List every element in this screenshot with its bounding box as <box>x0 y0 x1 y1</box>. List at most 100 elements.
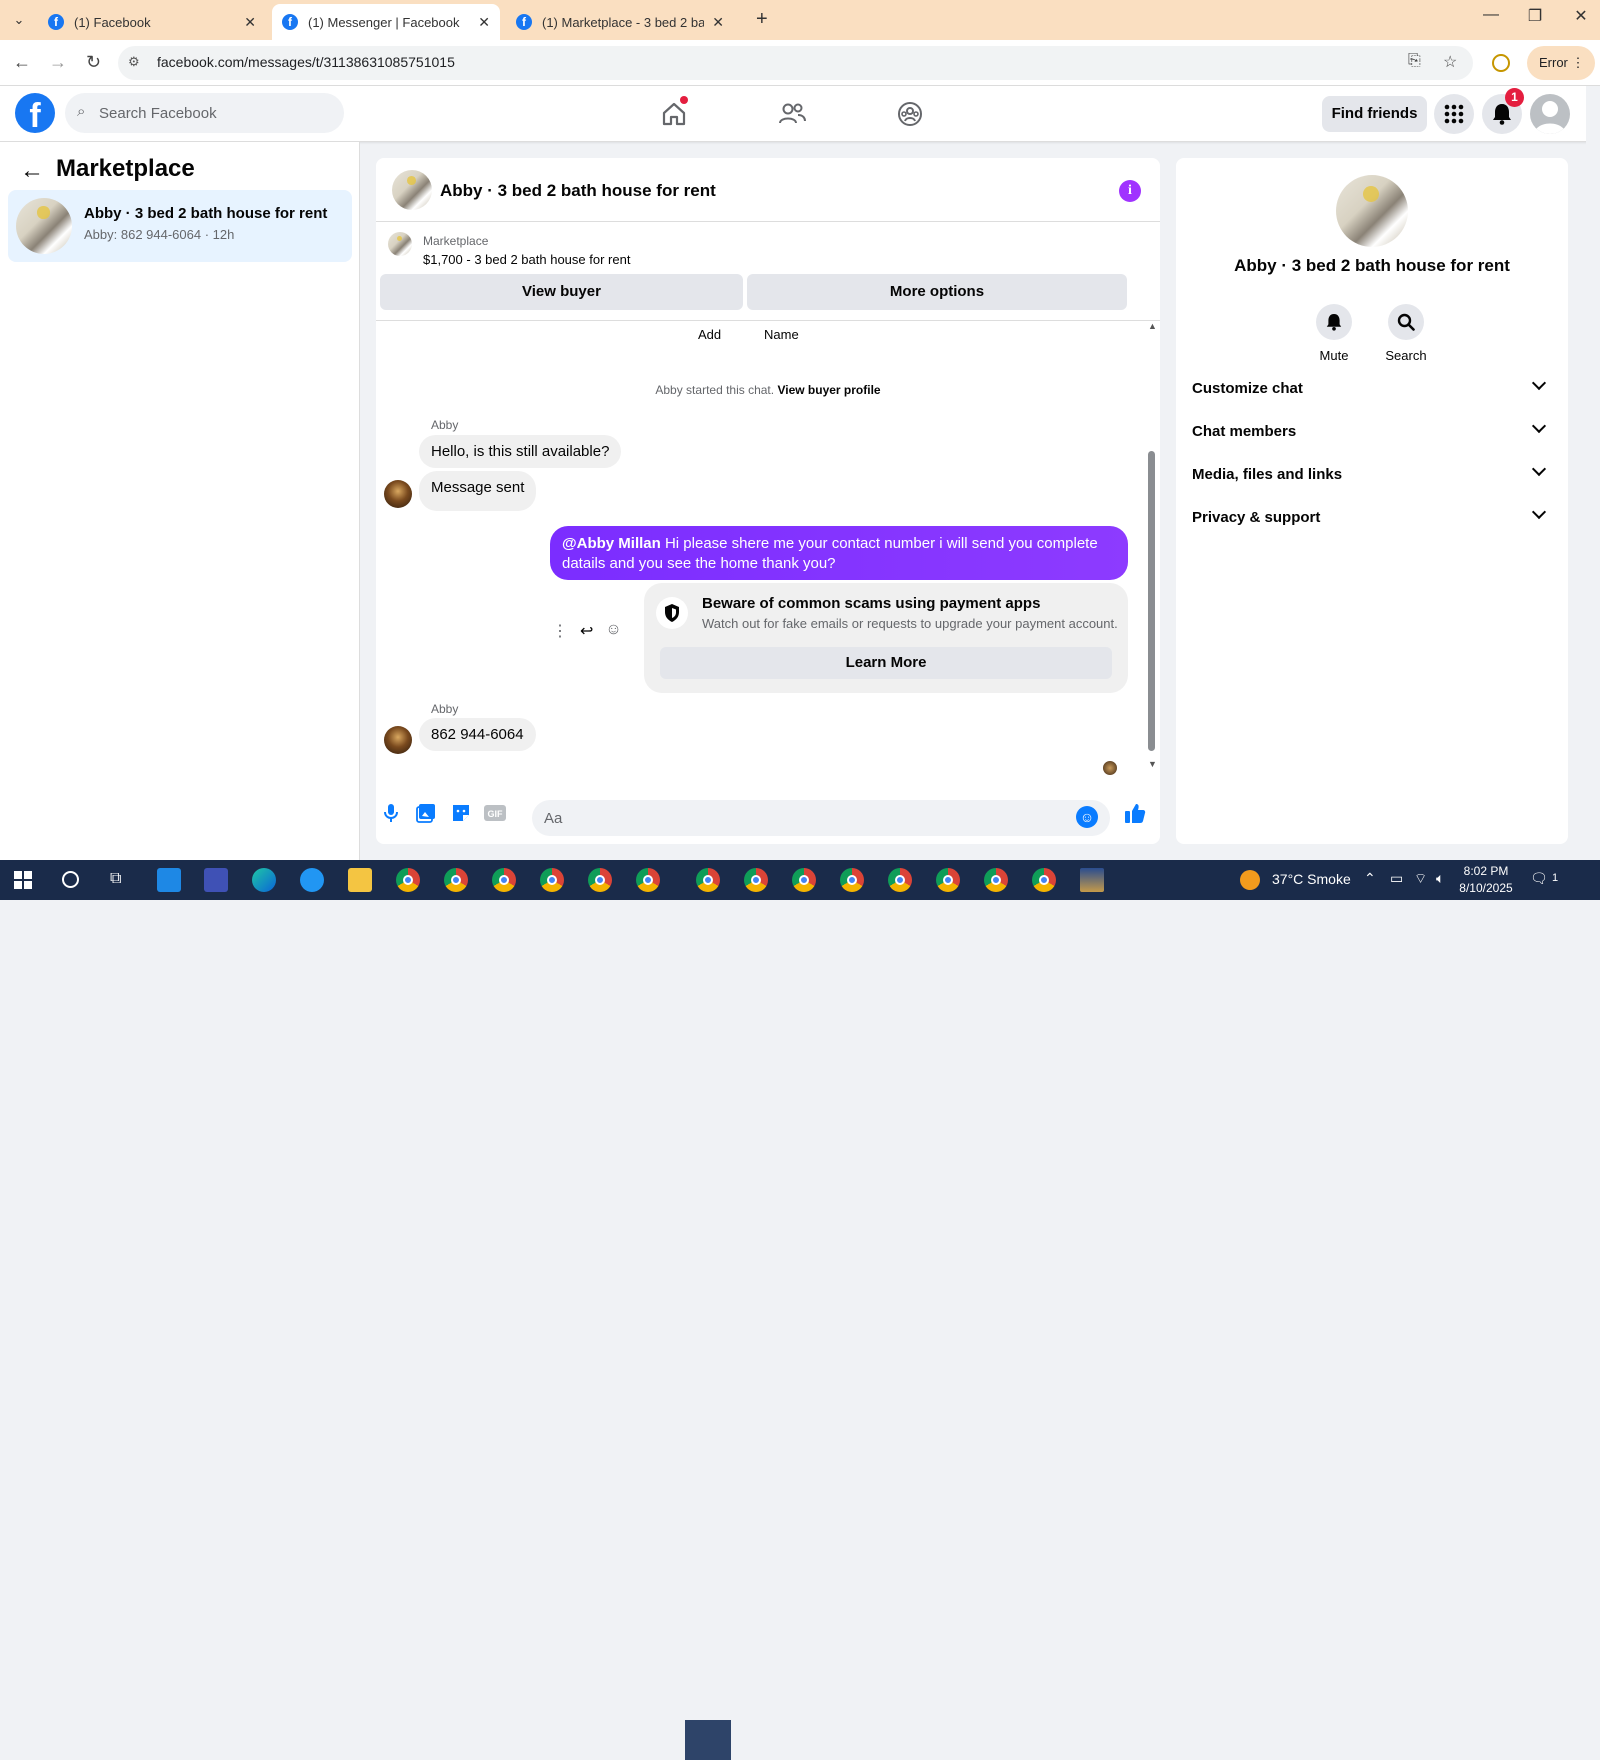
chrome-icon[interactable] <box>888 868 912 892</box>
profile-icon[interactable] <box>1492 54 1510 72</box>
nav-groups[interactable] <box>880 96 940 132</box>
learn-more-button[interactable]: Learn More <box>660 647 1112 679</box>
bookmark-star-icon[interactable]: ☆ <box>1443 52 1457 72</box>
chat-avatar[interactable] <box>392 170 432 210</box>
weather-text[interactable]: 37°C Smoke <box>1272 871 1351 887</box>
network-icon[interactable]: ▭ <box>1390 870 1403 887</box>
tab-messenger[interactable]: f (1) Messenger | Facebook ✕ <box>272 4 500 40</box>
emoji-icon[interactable]: ☺ <box>1076 806 1098 828</box>
mute-button[interactable]: Mute <box>1304 304 1364 363</box>
close-tab-icon[interactable]: ✕ <box>244 14 256 31</box>
message-list[interactable]: Add Name Abby started this chat. View bu… <box>376 321 1160 781</box>
more-icon[interactable]: ⋮ <box>552 621 568 641</box>
chrome-icon[interactable] <box>792 868 816 892</box>
photo-app-icon[interactable] <box>1080 868 1104 892</box>
mention[interactable]: @Abby Millan <box>562 535 661 552</box>
gif-icon[interactable]: GIF <box>484 802 506 824</box>
install-app-icon[interactable]: ⎘ <box>1408 52 1421 70</box>
search-conversation-button[interactable]: Search <box>1376 304 1436 363</box>
customize-chat-section[interactable]: Customize chat <box>1192 368 1552 412</box>
restore-icon[interactable]: ❐ <box>1520 6 1550 26</box>
tab-search-chevron-icon[interactable]: ⌄ <box>8 9 30 31</box>
close-tab-icon[interactable]: ✕ <box>478 14 490 31</box>
wifi-icon[interactable]: ⌔ <box>1414 870 1427 888</box>
chat-title[interactable]: Abby · 3 bed 2 bath house for rent <box>440 181 716 201</box>
chrome-icon[interactable] <box>840 868 864 892</box>
back-icon[interactable]: ← <box>13 52 31 73</box>
sender-avatar[interactable] <box>384 726 412 754</box>
message-input[interactable] <box>544 800 1064 836</box>
minimize-icon[interactable]: — <box>1476 6 1506 24</box>
chrome-icon[interactable] <box>492 868 516 892</box>
listing-title[interactable]: $1,700 - 3 bed 2 bath house for rent <box>423 252 630 267</box>
message-bubble[interactable]: Message sent <box>419 471 537 511</box>
mail-icon[interactable] <box>157 868 181 892</box>
facebook-search[interactable]: ⌕ <box>65 93 344 133</box>
forward-icon[interactable]: → <box>49 52 67 73</box>
profile-avatar[interactable] <box>1336 175 1408 247</box>
chat-members-section[interactable]: Chat members <box>1192 411 1552 455</box>
react-icon[interactable]: ☺ <box>605 621 621 641</box>
menu-button[interactable] <box>1434 94 1474 134</box>
chrome-icon[interactable] <box>744 868 768 892</box>
tab-facebook[interactable]: f (1) Facebook ✕ <box>38 4 266 40</box>
microphone-icon[interactable] <box>380 802 402 824</box>
omnibox[interactable]: ⚙ facebook.com/messages/t/31138631085751… <box>118 46 1473 80</box>
messenger-app-icon[interactable] <box>300 868 324 892</box>
message-bubble[interactable]: Hello, is this still available? <box>419 435 622 468</box>
url-text[interactable]: facebook.com/messages/t/3113863108575101… <box>157 54 455 70</box>
chrome-icon[interactable] <box>984 868 1008 892</box>
chrome-icon[interactable] <box>636 868 660 892</box>
privacy-support-section[interactable]: Privacy & support <box>1192 497 1552 541</box>
windows-start-icon[interactable] <box>14 871 32 894</box>
new-tab-button[interactable]: + <box>756 8 768 31</box>
back-arrow-icon[interactable]: ← <box>20 157 44 185</box>
tab-marketplace[interactable]: f (1) Marketplace - 3 bed 2 bath ✕ <box>506 4 734 40</box>
search-circle-icon[interactable] <box>62 871 79 888</box>
action-center-icon[interactable]: 🗨︎ <box>1530 870 1548 887</box>
account-avatar[interactable] <box>1530 94 1570 134</box>
chrome-icon[interactable] <box>1032 868 1056 892</box>
reload-icon[interactable]: ↻ <box>86 52 101 73</box>
message-bubble[interactable]: 862 944-6064 <box>419 718 536 751</box>
store-icon[interactable] <box>204 868 228 892</box>
scrollbar-thumb[interactable] <box>1148 451 1155 751</box>
sticker-icon[interactable] <box>450 802 472 824</box>
reply-icon[interactable]: ↩ <box>580 621 593 641</box>
error-button[interactable]: Error ⋮ <box>1527 46 1595 80</box>
chrome-icon[interactable] <box>540 868 564 892</box>
name-label[interactable]: Name <box>764 327 799 342</box>
chrome-icon[interactable] <box>588 868 612 892</box>
close-window-icon[interactable]: ✕ <box>1566 6 1596 26</box>
more-options-button[interactable]: More options <box>747 274 1127 310</box>
facebook-logo[interactable]: f <box>15 93 55 133</box>
media-files-links-section[interactable]: Media, files and links <box>1192 454 1552 498</box>
nav-friends[interactable] <box>762 96 822 132</box>
nav-home[interactable] <box>644 96 704 132</box>
chrome-icon[interactable] <box>936 868 960 892</box>
chrome-icon[interactable] <box>396 868 420 892</box>
view-buyer-button[interactable]: View buyer <box>380 274 743 310</box>
sender-avatar[interactable] <box>384 480 412 508</box>
view-buyer-profile-link[interactable]: View buyer profile <box>777 383 880 397</box>
tray-chevron-icon[interactable]: ⌃ <box>1364 870 1376 887</box>
clock-time[interactable]: 8:02 PM <box>1456 864 1516 878</box>
file-explorer-icon[interactable] <box>348 868 372 892</box>
photo-icon[interactable] <box>415 802 437 824</box>
outgoing-message-bubble[interactable]: @Abby Millan Hi please shere me your con… <box>550 526 1128 580</box>
info-icon[interactable]: i <box>1119 180 1141 202</box>
scroll-up-icon[interactable]: ▲ <box>1148 321 1157 331</box>
clock-date[interactable]: 8/10/2025 <box>1452 881 1520 895</box>
task-view-icon[interactable]: ⧉ <box>110 870 121 888</box>
like-icon[interactable] <box>1124 802 1146 824</box>
scroll-down-icon[interactable]: ▼ <box>1148 759 1157 769</box>
edge-icon[interactable] <box>252 868 276 892</box>
thread-item[interactable]: Abby · 3 bed 2 bath house for rent Abby:… <box>8 190 352 262</box>
add-label[interactable]: Add <box>698 327 721 342</box>
volume-icon[interactable]: 🔈︎ <box>1436 870 1444 887</box>
find-friends-button[interactable]: Find friends <box>1322 96 1427 132</box>
search-input[interactable] <box>99 93 334 133</box>
page-scrollbar[interactable] <box>1586 86 1600 860</box>
chrome-icon[interactable] <box>444 868 468 892</box>
close-tab-icon[interactable]: ✕ <box>712 14 724 31</box>
